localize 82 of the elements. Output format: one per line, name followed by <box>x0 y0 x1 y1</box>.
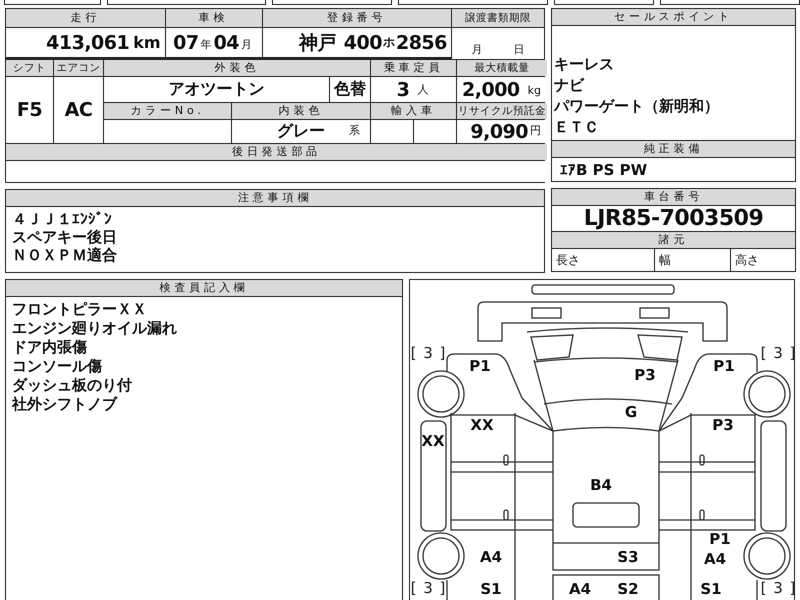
inspection-month: 04 <box>214 32 240 54</box>
registration-class: 400 <box>344 32 382 54</box>
damage-code: S2 <box>617 580 639 598</box>
damage-code: B4 <box>590 476 612 494</box>
inspection-year: 07 <box>173 32 199 54</box>
chassis-number: LJR85-7003509 <box>584 206 764 231</box>
damage-code: S1 <box>480 580 502 598</box>
max-load-unit: kg <box>528 84 541 99</box>
sale-points-header: セールスポイント <box>552 9 795 25</box>
genuine-equipment-value: ｴｱB PS PW <box>560 160 648 178</box>
sale-point-item: パワーゲート（新明和） <box>554 96 720 117</box>
sale-point-item: キーレス <box>554 54 615 75</box>
capacity-value: 3 <box>396 78 410 100</box>
damage-code: P1 <box>713 357 735 375</box>
chassis-number-header: 車台番号 <box>552 189 795 205</box>
mileage-header: 走行 <box>6 9 165 27</box>
damage-code: P1 <box>469 357 491 375</box>
inspection-header: 車検 <box>166 9 262 27</box>
damage-code: A4 <box>704 550 726 568</box>
damage-code: S3 <box>617 548 639 566</box>
mileage-value: 413,061 <box>46 32 130 54</box>
shift-header: シフト <box>6 60 53 76</box>
sale-point-item: ナビ <box>554 75 586 96</box>
recycle-fee-header: リサイクル預託金 <box>457 103 547 119</box>
bracket-count: [ 3 ] <box>410 344 446 362</box>
damage-code: P3 <box>712 416 734 434</box>
inspector-note: フロントピラーＸＸ <box>12 300 148 319</box>
aircon-header: エアコン <box>54 60 103 76</box>
damage-code: G <box>624 403 638 421</box>
damage-code: P1 <box>709 530 731 548</box>
damage-code: XX <box>421 432 445 450</box>
inspector-note: エンジン廻りオイル漏れ <box>12 319 178 338</box>
color-number-header: カラーNo. <box>104 103 231 119</box>
inspector-note: 社外シフトノブ <box>12 395 119 414</box>
interior-color-header: 内装色 <box>232 103 370 119</box>
notes-header: 注意事項欄 <box>6 190 544 206</box>
spec-label: 長さ <box>556 252 580 268</box>
max-load-value: 2,000 <box>462 78 520 100</box>
aircon-value: AC <box>64 99 92 121</box>
genuine-equipment-header: 純正装備 <box>552 141 795 157</box>
month-unit: 月 <box>241 37 252 53</box>
spec-label: 幅 <box>659 252 671 268</box>
inspector-note: ドア内張傷 <box>12 338 88 357</box>
deadline-month-unit: 月 <box>471 42 482 57</box>
interior-color-value: グレー <box>277 121 325 142</box>
transfer-deadline-header: 譲渡書類期限 <box>452 9 544 27</box>
capacity-header: 乗車定員 <box>371 60 456 76</box>
max-load-header: 最大積載量 <box>457 60 547 76</box>
damage-code: XX <box>470 416 494 434</box>
registration-header: 登録番号 <box>262 9 451 27</box>
year-unit: 年 <box>200 37 212 53</box>
note-line: ＮＯＸＰＭ適合 <box>12 246 118 264</box>
imported-header: 輸入車 <box>371 103 456 119</box>
deadline-day-unit: 日 <box>513 42 524 57</box>
bracket-count: [ 3 ] <box>760 344 794 362</box>
recycle-fee-unit: 円 <box>530 123 541 139</box>
sale-point-item: ＥＴＣ <box>554 117 600 138</box>
exterior-color-header: 外装色 <box>104 60 370 76</box>
repaint-value: 色替 <box>334 79 366 100</box>
damage-code: A4 <box>480 548 502 566</box>
registration-region: 神戸 <box>298 30 336 56</box>
damage-code: P3 <box>634 366 656 384</box>
damage-code: A4 <box>568 580 592 598</box>
bracket-count: [ 3 ] <box>410 579 446 597</box>
note-line: ４ＪＪ１ｴﾝｼﾞﾝ <box>12 210 113 228</box>
capacity-unit: 人 <box>417 82 428 98</box>
mileage-unit: km <box>133 33 161 52</box>
damage-code: S1 <box>700 580 722 598</box>
note-line: スペアキー後日 <box>12 228 118 246</box>
inspector-note: コンソール傷 <box>12 357 103 376</box>
recycle-fee-value: 9,090 <box>470 120 528 142</box>
registration-kana: ホ <box>382 34 395 51</box>
specs-header: 諸元 <box>552 232 795 248</box>
inspector-note: ダッシュ板のり付 <box>12 376 133 395</box>
registration-serial: 2856 <box>396 32 447 54</box>
spec-label: 高さ <box>735 252 759 268</box>
shift-value: F5 <box>16 99 42 121</box>
bracket-count: [ 3 ] <box>760 579 794 597</box>
interior-color-suffix: 系 <box>349 123 360 139</box>
inspector-header: 検査員記入欄 <box>6 280 402 296</box>
exterior-color-value: アオツートン <box>168 79 264 100</box>
later-parts-header: 後日発送部品 <box>6 144 547 160</box>
